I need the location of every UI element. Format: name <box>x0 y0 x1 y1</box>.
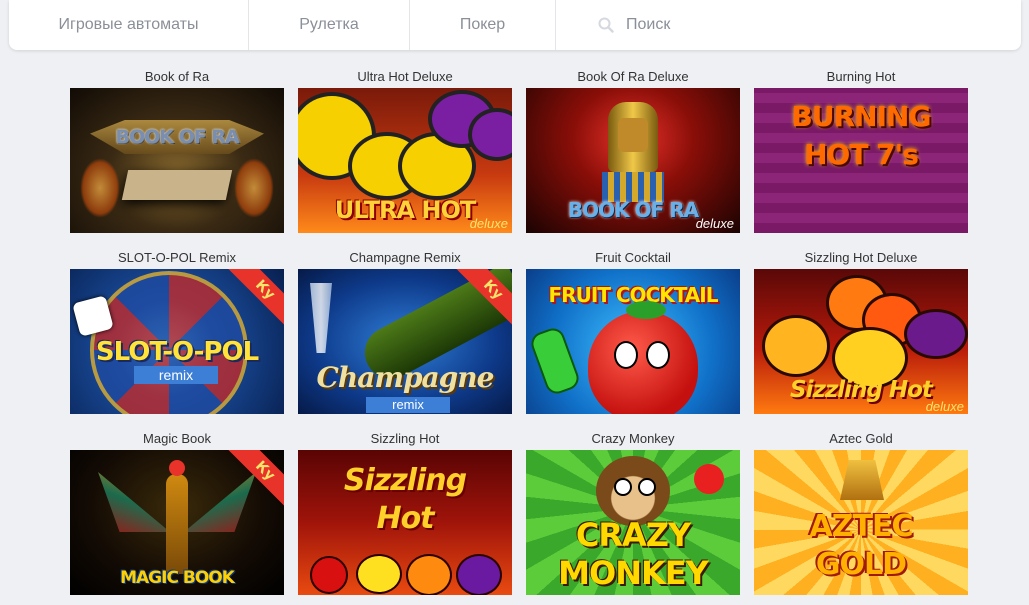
game-title: Ultra Hot Deluxe <box>357 69 453 84</box>
game-title: Champagne Remix <box>349 250 461 265</box>
game-art-title: MAGIC BOOK <box>120 568 235 588</box>
game-card-sizzling-hot-deluxe[interactable]: Sizzling Hot Deluxe Sizzling Hot deluxe <box>754 249 968 414</box>
game-title: Burning Hot <box>826 69 896 84</box>
game-thumbnail[interactable]: ULTRA HOT deluxe <box>298 88 512 233</box>
search-box[interactable] <box>556 0 828 50</box>
game-card-ultra-hot-deluxe[interactable]: Ultra Hot Deluxe ULTRA HOT deluxe <box>298 68 512 233</box>
game-art-title: BOOK OF RA <box>115 126 239 148</box>
game-title: Book Of Ra Deluxe <box>577 69 689 84</box>
game-card-magic-book[interactable]: Magic Book MAGIC BOOK Ку <box>70 430 284 595</box>
game-title: Fruit Cocktail <box>595 250 671 265</box>
game-thumbnail[interactable]: BURNING HOT 7's <box>754 88 968 233</box>
game-art-subtitle: deluxe <box>469 216 508 231</box>
search-input[interactable] <box>624 15 828 35</box>
game-card-fruit-cocktail[interactable]: Fruit Cocktail FRUIT COCKTAIL <box>526 249 740 414</box>
tab-poker[interactable]: Покер <box>410 0 556 50</box>
game-thumbnail[interactable]: FRUIT COCKTAIL <box>526 269 740 414</box>
game-card-slot-o-pol-remix[interactable]: SLOT-O-POL Remix SLOT-O-POL remix Ку <box>70 249 284 414</box>
game-title: Magic Book <box>143 431 211 446</box>
game-art-title: AZTEC GOLD <box>809 509 914 582</box>
game-title: SLOT-O-POL Remix <box>118 250 236 265</box>
top-navigation-bar: Игровые автоматы Рулетка Покер <box>9 0 1021 50</box>
game-thumbnail[interactable]: Sizzling Hot <box>298 450 512 595</box>
game-thumbnail[interactable]: MAGIC BOOK Ку <box>70 450 284 595</box>
game-thumbnail[interactable]: Sizzling Hot deluxe <box>754 269 968 414</box>
game-thumbnail[interactable]: Champagne remix Ку <box>298 269 512 414</box>
game-thumbnail[interactable]: SLOT-O-POL remix Ку <box>70 269 284 414</box>
game-art-title: CRAZY MONKEY <box>558 516 709 592</box>
tab-slot-machines[interactable]: Игровые автоматы <box>9 0 249 50</box>
game-art-subtitle: deluxe <box>925 399 964 414</box>
game-art-title: BURNING HOT 7's <box>791 100 932 171</box>
game-card-sizzling-hot[interactable]: Sizzling Hot Sizzling Hot <box>298 430 512 595</box>
game-thumbnail[interactable]: CRAZY MONKEY <box>526 450 740 595</box>
search-icon <box>598 17 614 33</box>
game-title: Aztec Gold <box>829 431 893 446</box>
game-card-champagne-remix[interactable]: Champagne Remix Champagne remix Ку <box>298 249 512 414</box>
game-title: Crazy Monkey <box>591 431 675 446</box>
game-thumbnail[interactable]: BOOK OF RA <box>70 88 284 233</box>
game-art-subtitle: remix <box>134 366 218 384</box>
game-art-title: SLOT-O-POL <box>95 337 259 367</box>
game-art-subtitle: remix <box>366 397 450 413</box>
game-card-crazy-monkey[interactable]: Crazy Monkey CRAZY MONKEY <box>526 430 740 595</box>
game-card-aztec-gold[interactable]: Aztec Gold AZTEC GOLD <box>754 430 968 595</box>
game-title: Sizzling Hot <box>370 431 440 446</box>
game-card-book-of-ra[interactable]: Book of Ra BOOK OF RA <box>70 68 284 233</box>
game-art-subtitle: deluxe <box>695 216 734 231</box>
game-title: Book of Ra <box>144 69 210 84</box>
game-thumbnail[interactable]: AZTEC GOLD <box>754 450 968 595</box>
game-title: Sizzling Hot Deluxe <box>804 250 918 265</box>
game-card-burning-hot[interactable]: Burning Hot BURNING HOT 7's <box>754 68 968 233</box>
game-thumbnail[interactable]: BOOK OF RA deluxe <box>526 88 740 233</box>
game-card-book-of-ra-deluxe[interactable]: Book Of Ra Deluxe BOOK OF RA deluxe <box>526 68 740 233</box>
tab-roulette[interactable]: Рулетка <box>249 0 410 50</box>
game-art-title: Sizzling Hot <box>343 463 467 536</box>
game-art-title: Champagne <box>316 361 495 394</box>
